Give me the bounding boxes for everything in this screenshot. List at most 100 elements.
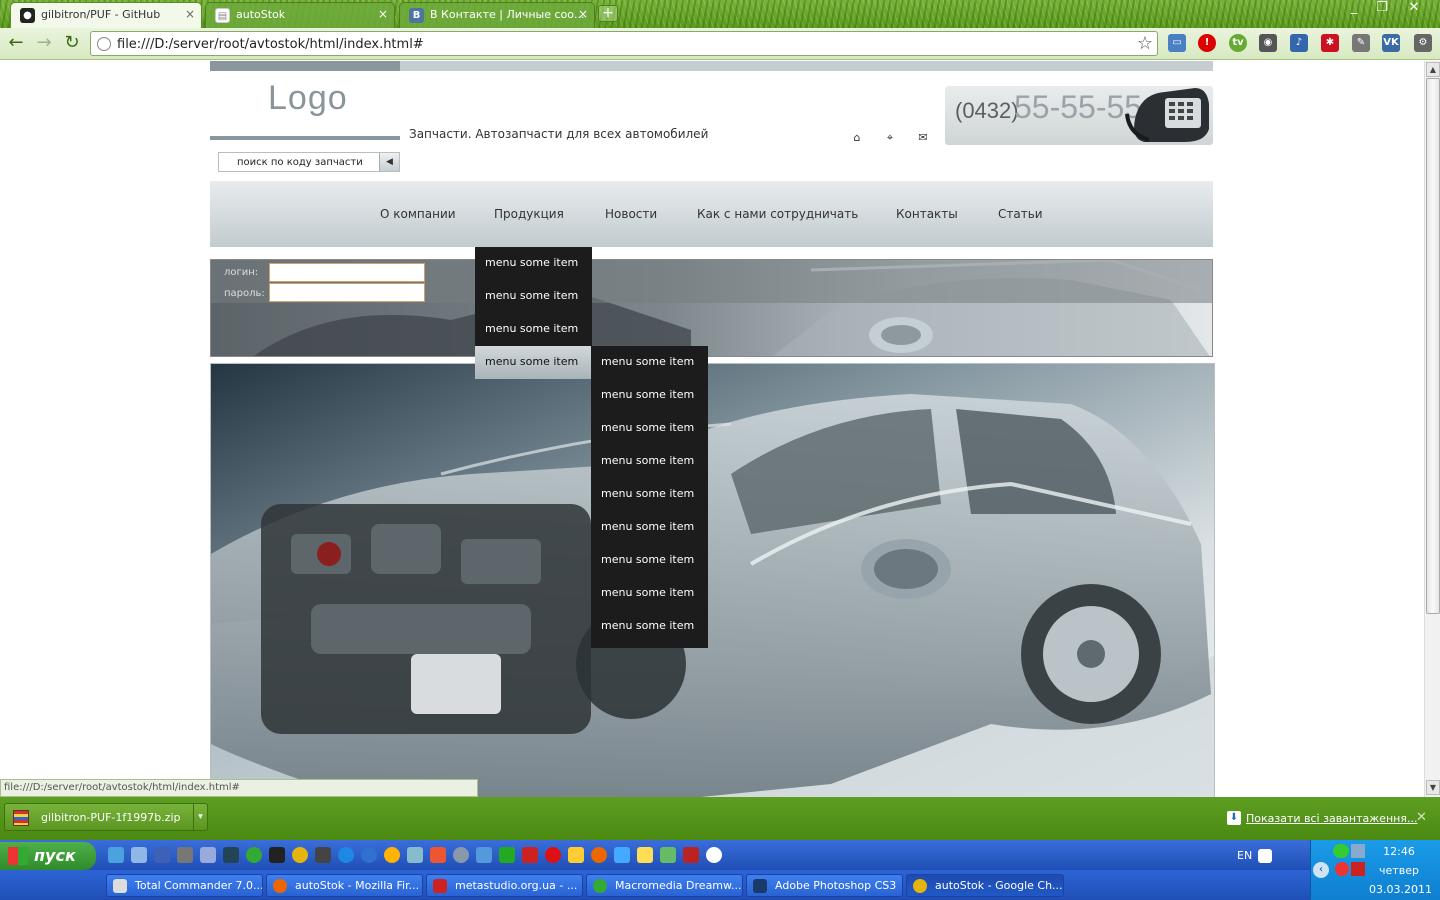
opera-icon[interactable] [545, 847, 561, 863]
pen-icon[interactable]: ✎ [1352, 34, 1370, 52]
task-chrome[interactable]: autoStok - Google Ch... [906, 874, 1064, 897]
quicklaunch-icon[interactable] [131, 847, 147, 863]
quicklaunch-icon[interactable] [637, 847, 653, 863]
quicklaunch-icon[interactable] [246, 847, 262, 863]
mic-icon[interactable]: ♪ [1290, 34, 1308, 52]
quicklaunch-icon[interactable] [660, 847, 676, 863]
dropdown-item[interactable]: menu some item [475, 280, 592, 313]
quicklaunch-icon[interactable] [568, 847, 584, 863]
task-firefox[interactable]: autoStok - Mozilla Fir... [266, 874, 423, 897]
submenu-item[interactable]: menu some item [591, 610, 708, 643]
dropdown-item[interactable]: menu some item [475, 247, 592, 280]
home-icon[interactable]: ⌂ [850, 131, 864, 145]
help-icon[interactable] [1258, 849, 1272, 863]
chevron-down-icon[interactable]: ▾ [193, 804, 207, 830]
quicklaunch-icon[interactable] [361, 847, 377, 863]
nav-item-products[interactable]: Продукция [494, 207, 564, 221]
quicklaunch-icon[interactable] [223, 847, 239, 863]
quicklaunch-icon[interactable] [315, 847, 331, 863]
scroll-up-arrow[interactable]: ▲ [1426, 62, 1440, 77]
wrench-icon[interactable]: ⚙ [1414, 34, 1432, 52]
submenu-item[interactable]: menu some item [591, 346, 708, 379]
tray-icon[interactable] [1333, 844, 1349, 858]
site-logo[interactable]: Logo [268, 79, 348, 118]
tray-icon[interactable] [1335, 862, 1349, 876]
tab-autostok[interactable]: ▤ autoStok × [205, 2, 395, 28]
nav-item-news[interactable]: Новости [605, 207, 657, 221]
quicklaunch-icon[interactable] [200, 847, 216, 863]
quicklaunch-icon[interactable] [269, 847, 285, 863]
task-photoshop[interactable]: Adobe Photoshop CS3 [746, 874, 903, 897]
submenu-item[interactable]: menu some item [591, 577, 708, 610]
minimize-button[interactable]: _ [1342, 0, 1366, 18]
task-dreamweaver[interactable]: Macromedia Dreamw... [586, 874, 743, 897]
chevron-left-icon[interactable]: ‹ [1313, 862, 1329, 878]
quicklaunch-icon[interactable] [407, 847, 423, 863]
quicklaunch-icon[interactable] [476, 847, 492, 863]
show-all-downloads-link[interactable]: Показати всі завантаження... [1246, 812, 1417, 825]
page-scrollbar[interactable]: ▲ ▼ [1424, 61, 1440, 797]
submenu-item[interactable]: menu some item [591, 445, 708, 478]
mail-icon[interactable]: ✉ [916, 131, 930, 145]
shield-icon[interactable] [1351, 862, 1365, 876]
quicklaunch-icon[interactable] [614, 847, 630, 863]
scroll-down-arrow[interactable]: ▼ [1426, 780, 1440, 795]
nav-item-cooperation[interactable]: Как с нами сотрудничать [697, 207, 858, 221]
screenshot-icon[interactable]: ▭ [1168, 34, 1186, 52]
quicklaunch-icon[interactable] [384, 847, 400, 863]
nav-item-about[interactable]: О компании [380, 207, 456, 221]
quicklaunch-icon[interactable] [683, 847, 699, 863]
download-item[interactable]: gilbitron-PUF-1f1997b.zip ▾ [4, 803, 208, 831]
task-filezilla[interactable]: metastudio.org.ua - ... [426, 874, 583, 897]
page-info-icon[interactable] [97, 37, 111, 51]
filezilla-icon[interactable] [522, 847, 538, 863]
quicklaunch-icon[interactable] [177, 847, 193, 863]
address-bar[interactable]: file:///D:/server/root/avtostok/html/ind… [90, 31, 1158, 56]
dropdown-item-hovered[interactable]: menu some item [475, 346, 592, 379]
language-indicator[interactable]: EN [1237, 849, 1252, 862]
reload-button[interactable]: ↻ [61, 32, 83, 54]
firefox-icon[interactable] [591, 847, 607, 863]
back-button[interactable]: ← [5, 32, 27, 54]
quicklaunch-icon[interactable] [453, 847, 469, 863]
close-icon[interactable]: × [185, 7, 195, 21]
close-window-button[interactable]: ✕ [1402, 0, 1426, 18]
opera-icon[interactable]: ! [1198, 34, 1216, 52]
start-button[interactable]: пуск [0, 842, 96, 870]
task-total-commander[interactable]: Total Commander 7.0... [106, 874, 263, 897]
puzzle-icon[interactable]: ✱ [1321, 34, 1339, 52]
dropdown-item[interactable]: menu some item [475, 313, 592, 346]
submenu-item[interactable]: menu some item [591, 511, 708, 544]
search-arrow-button[interactable]: ◀ [379, 153, 399, 171]
tv-icon[interactable]: tv [1229, 34, 1247, 52]
chrome-icon[interactable] [292, 847, 308, 863]
nav-item-contacts[interactable]: Контакты [896, 207, 958, 221]
quicklaunch-icon[interactable] [154, 847, 170, 863]
submenu-item[interactable]: menu some item [591, 412, 708, 445]
vk-icon[interactable]: VK [1382, 34, 1400, 52]
camera-icon[interactable]: ◉ [1259, 34, 1277, 52]
part-search-input[interactable] [219, 153, 379, 171]
new-tab-button[interactable]: + [598, 5, 618, 22]
submenu-item[interactable]: menu some item [591, 478, 708, 511]
bookmark-star-icon[interactable]: ☆ [1137, 33, 1153, 54]
submenu-item[interactable]: menu some item [591, 379, 708, 412]
clock-time[interactable]: 12:46 [1369, 845, 1429, 858]
restore-button[interactable]: ❐ [1370, 0, 1394, 18]
scroll-thumb[interactable] [1426, 78, 1440, 614]
close-icon[interactable]: × [578, 7, 588, 21]
network-icon[interactable] [1351, 844, 1365, 858]
ie-icon[interactable] [338, 847, 354, 863]
quicklaunch-icon[interactable] [430, 847, 446, 863]
tab-vkontakte[interactable]: B В Контакте | Личные соо... × [399, 2, 595, 28]
nav-item-articles[interactable]: Статьи [998, 207, 1043, 221]
forward-button[interactable]: → [33, 32, 55, 54]
quicklaunch-icon[interactable] [706, 847, 722, 863]
close-icon[interactable]: × [378, 7, 388, 21]
submenu-item[interactable]: menu some item [591, 544, 708, 577]
quicklaunch-icon[interactable] [499, 847, 515, 863]
close-icon[interactable]: ✕ [1416, 810, 1427, 825]
tab-github[interactable]: ● gilbitron/PUF - GitHub × [10, 2, 202, 28]
password-field[interactable] [269, 283, 425, 302]
login-field[interactable] [269, 263, 425, 282]
